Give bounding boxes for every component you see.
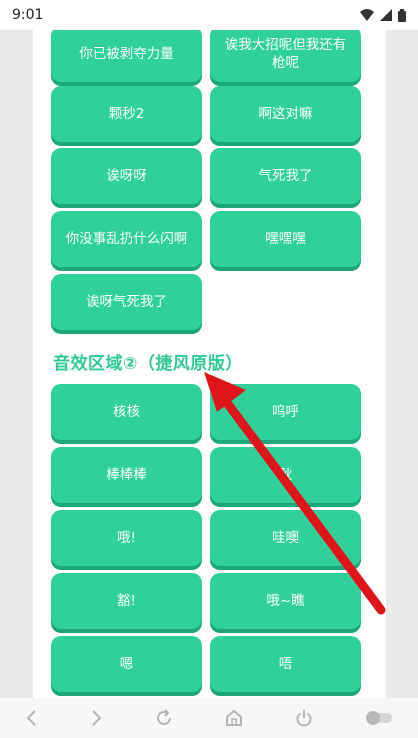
sound-button[interactable]: 豁! [51, 573, 202, 629]
sound-button[interactable]: 诶我大招呢但我还有枪呢 [210, 30, 361, 82]
sound-button[interactable]: 核核 [51, 384, 202, 440]
section-title: 音效区域②（捷风原版） [53, 354, 243, 374]
soundboard-content: 你已被剥夺力量 诶我大招呢但我还有枪呢 颗秒2 啊这对嘛 诶呀呀 气死我了 你没… [33, 30, 386, 698]
status-icons [360, 8, 406, 22]
refresh-icon[interactable] [154, 708, 174, 728]
sound-button[interactable]: 啊这对嘛 [210, 86, 361, 142]
sound-button[interactable]: 你已被剥夺力量 [51, 30, 202, 82]
sound-button[interactable]: 棒棒棒 [51, 447, 202, 503]
browser-nav-bar [0, 698, 418, 738]
sound-button[interactable]: 唔 [210, 636, 361, 692]
power-icon[interactable] [294, 708, 314, 728]
toggle-icon[interactable] [365, 710, 393, 726]
sound-button[interactable]: 哦~瞧 [210, 573, 361, 629]
sound-button[interactable]: 颗秒2 [51, 86, 202, 142]
forward-icon[interactable] [89, 709, 103, 727]
sound-button[interactable]: 哦! [51, 510, 202, 566]
sound-button[interactable]: 耿 [210, 447, 361, 503]
sound-button[interactable]: 哇噢 [210, 510, 361, 566]
battery-icon [398, 8, 406, 22]
sound-button[interactable]: 你没事乱扔什么闪啊 [51, 211, 202, 267]
status-time: 9:01 [12, 7, 44, 23]
sound-button[interactable]: 气死我了 [210, 148, 361, 204]
status-bar: 9:01 [0, 0, 418, 30]
sound-button[interactable]: 诶呀气死我了 [51, 274, 202, 330]
sound-button[interactable]: 诶呀呀 [51, 148, 202, 204]
back-icon[interactable] [25, 709, 39, 727]
signal-icon [380, 9, 392, 21]
sound-button[interactable]: 嗯 [51, 636, 202, 692]
home-icon[interactable] [224, 708, 244, 728]
sound-button[interactable]: 嘿嘿嘿 [210, 211, 361, 267]
wifi-icon [360, 9, 374, 21]
sound-button[interactable]: 呜呼 [210, 384, 361, 440]
